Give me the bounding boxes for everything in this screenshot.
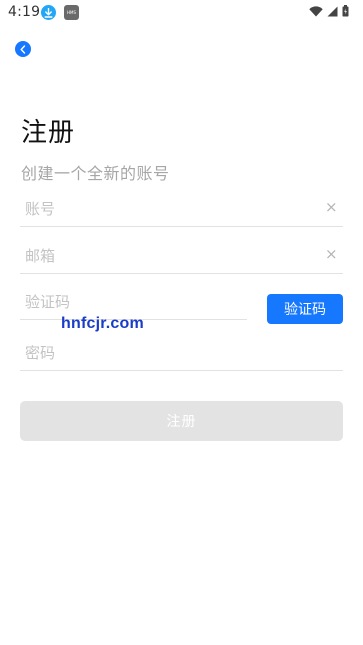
email-input[interactable] [25,244,315,268]
back-button[interactable] [15,41,31,57]
page-subtitle: 创建一个全新的账号 [21,164,170,183]
password-input[interactable] [25,341,315,365]
status-time: 4:19 [8,4,41,20]
account-field: × [20,195,343,227]
email-field: × [20,242,343,274]
download-icon [41,5,56,20]
account-input[interactable] [25,197,315,221]
signal-icon [327,6,338,16]
status-bar: 4:19 HMS [0,0,363,26]
clear-email-icon[interactable]: × [325,247,338,262]
page-title: 注册 [21,118,76,148]
hms-icon: HMS [64,5,79,20]
chevron-left-icon [20,44,26,54]
battery-icon [342,5,349,17]
status-icons [309,5,349,17]
register-button[interactable]: 注册 [20,401,343,441]
watermark-text: hnfcjr.com [61,315,144,332]
wifi-icon [309,5,323,16]
verification-code-input[interactable] [25,290,235,314]
password-field [20,339,343,371]
clear-account-icon[interactable]: × [325,200,338,215]
register-screen: 4:19 HMS 注册 创建一个全新的账号 账号 × 邮箱 × 验证码 验证码 … [0,0,363,645]
get-code-button[interactable]: 验证码 [267,294,343,324]
download-arrow-icon [44,7,53,18]
